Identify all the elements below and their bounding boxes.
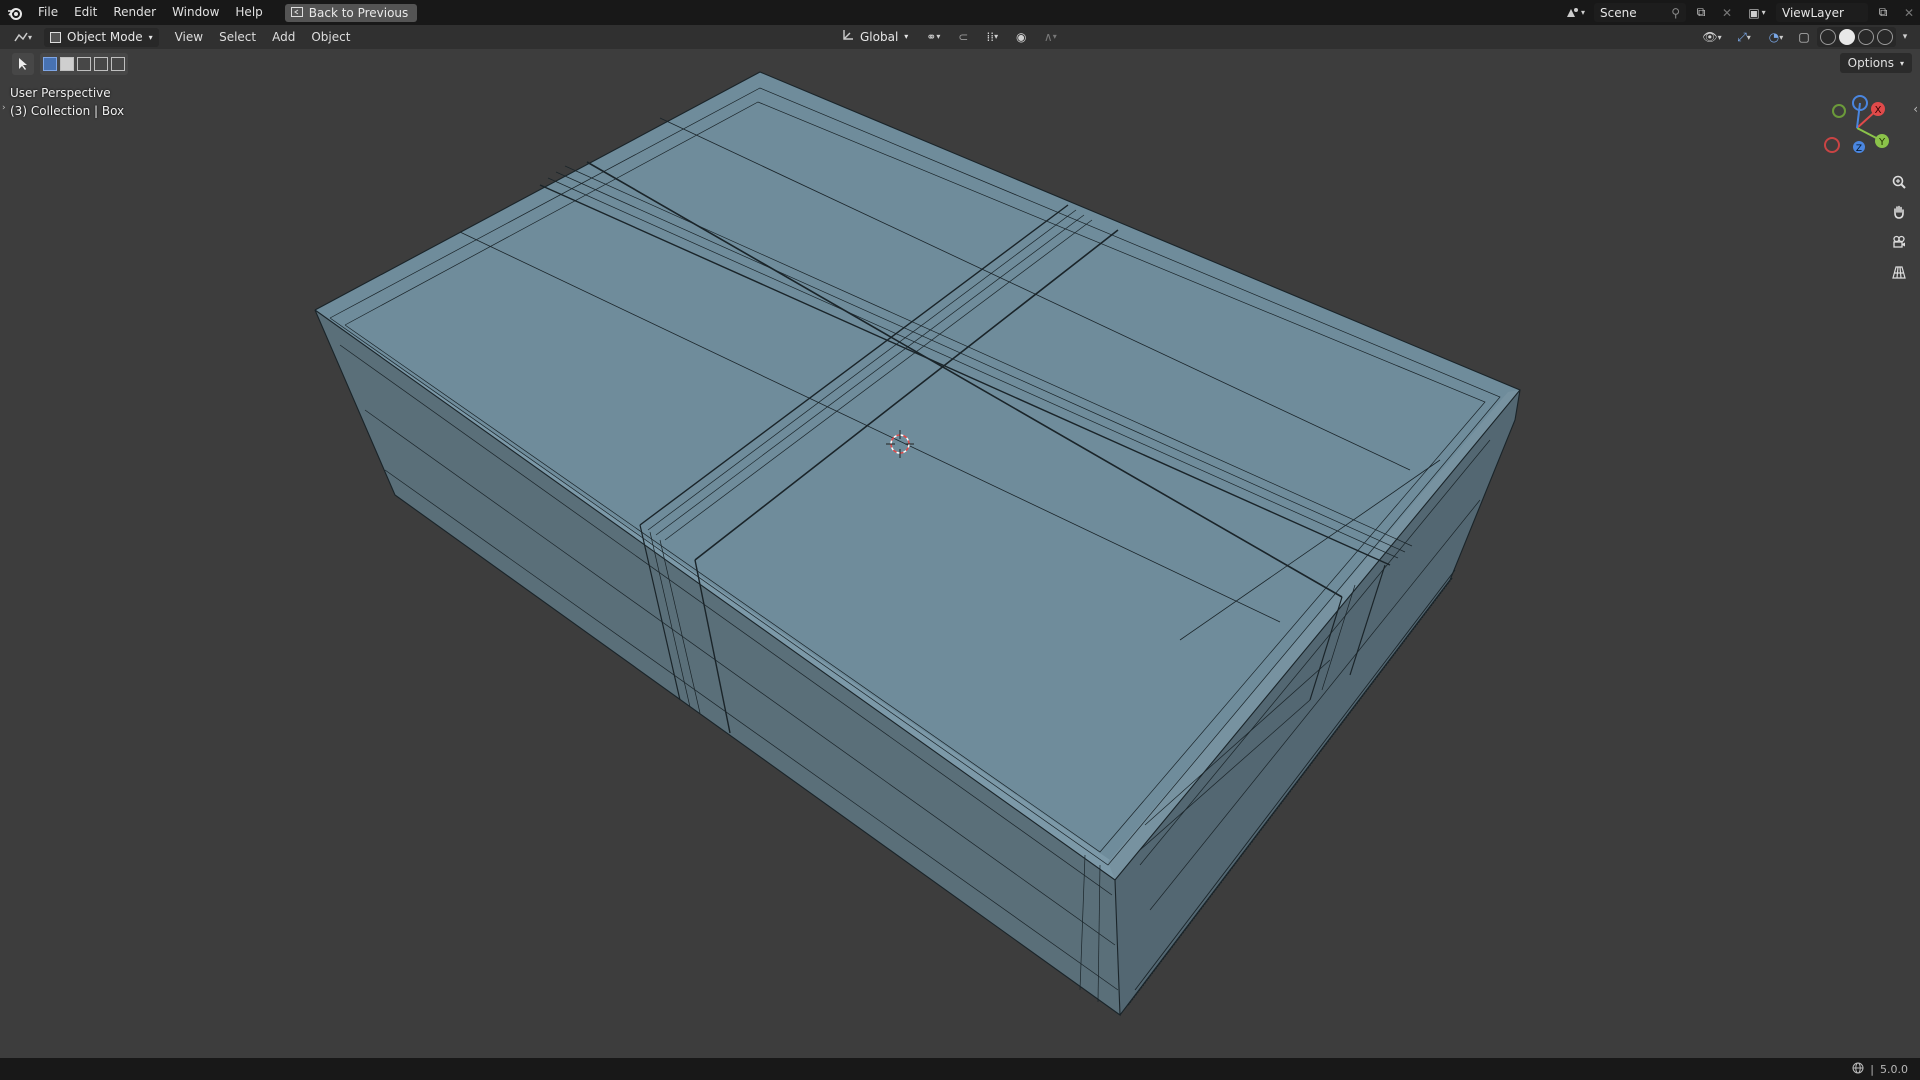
status-separator: | <box>1870 1062 1874 1076</box>
navigation-gizmo[interactable]: X Y Z <box>1816 93 1898 163</box>
svg-text:Y: Y <box>1878 137 1886 148</box>
3d-viewport[interactable] <box>0 0 1920 1058</box>
version-info: | 5.0.0 <box>1852 1062 1920 1077</box>
globe-icon <box>1852 1062 1864 1077</box>
camera-view-icon[interactable] <box>1887 230 1911 254</box>
version-label: 5.0.0 <box>1880 1062 1908 1076</box>
zoom-icon[interactable] <box>1887 170 1911 194</box>
status-bar: | 5.0.0 <box>0 1058 1920 1080</box>
x-axis-label: X <box>1875 105 1882 116</box>
perspective-toggle-icon[interactable] <box>1887 260 1911 284</box>
svg-text:Z: Z <box>1856 144 1862 154</box>
pan-hand-icon[interactable] <box>1887 200 1911 224</box>
